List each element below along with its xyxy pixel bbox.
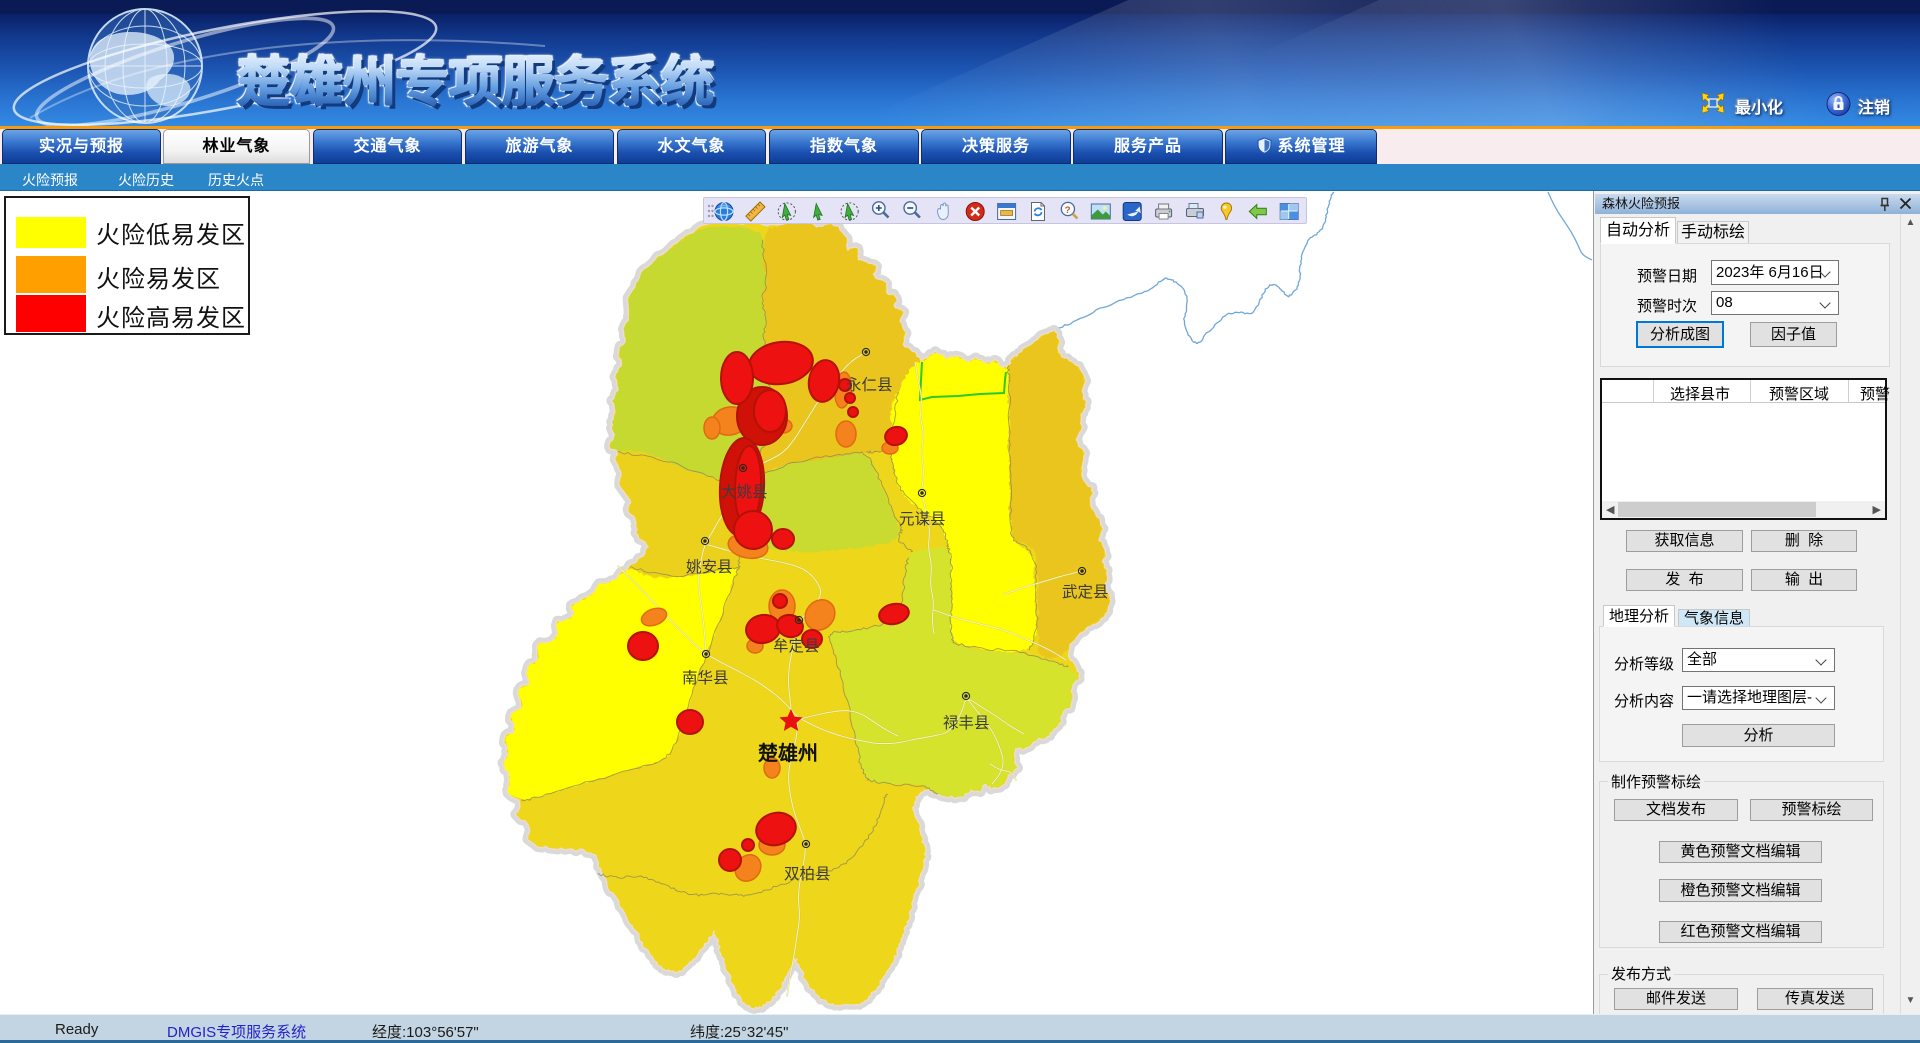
svg-text:大姚县: 大姚县 bbox=[721, 483, 768, 501]
svg-text:元谋县: 元谋县 bbox=[899, 510, 946, 528]
svg-text:?: ? bbox=[1065, 205, 1071, 216]
svg-text:双柏县: 双柏县 bbox=[784, 865, 831, 883]
svg-text:楚雄州: 楚雄州 bbox=[758, 741, 818, 765]
svg-text:永仁县: 永仁县 bbox=[846, 376, 893, 394]
svg-text:牟定县: 牟定县 bbox=[773, 637, 820, 655]
svg-text:禄丰县: 禄丰县 bbox=[943, 714, 990, 732]
svg-text:姚安县: 姚安县 bbox=[686, 558, 733, 576]
svg-text:南华县: 南华县 bbox=[682, 669, 729, 687]
svg-text:武定县: 武定县 bbox=[1062, 583, 1109, 601]
